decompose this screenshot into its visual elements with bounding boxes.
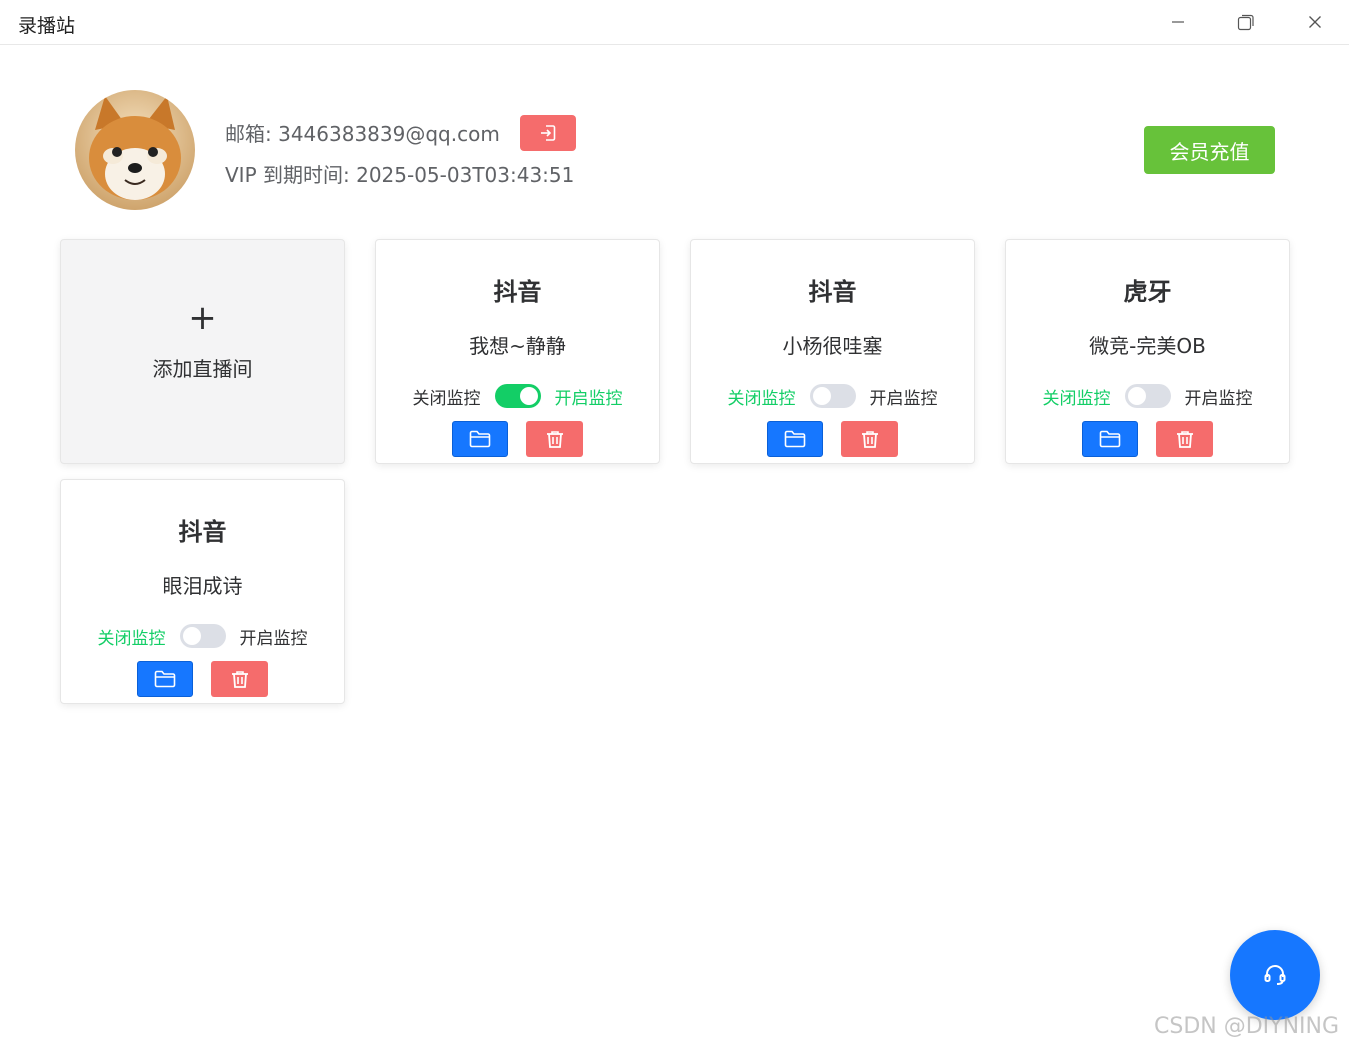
monitor-off-label[interactable]: 关闭监控 [1043, 384, 1111, 409]
streamer-name: 微竞-完美OB [1089, 334, 1206, 358]
platform-name: 抖音 [178, 518, 227, 546]
trash-icon [1176, 431, 1193, 448]
monitor-toggle[interactable] [494, 384, 541, 408]
monitor-on-label[interactable]: 开启监控 [555, 384, 623, 409]
platform-name: 抖音 [808, 278, 857, 306]
delete-button[interactable] [211, 661, 268, 697]
monitor-switch-row: 关闭监控 开启监控 [376, 382, 659, 410]
open-folder-button[interactable] [1082, 421, 1138, 457]
avatar [75, 90, 195, 210]
monitor-toggle[interactable] [179, 624, 226, 648]
plus-icon: + [188, 298, 217, 338]
app-title: 录播站 [18, 15, 76, 37]
folder-icon [469, 430, 491, 448]
monitor-switch-row: 关闭监控 开启监控 [691, 382, 974, 410]
room-card: 抖音 小杨很哇塞 关闭监控 开启监控 [690, 239, 975, 464]
streamer-name: 我想~静静 [469, 334, 566, 358]
support-button[interactable] [1230, 930, 1320, 1020]
card-actions [61, 661, 344, 697]
platform-name: 抖音 [493, 278, 542, 306]
restore-button[interactable] [1229, 8, 1263, 36]
monitor-off-label[interactable]: 关闭监控 [728, 384, 796, 409]
logout-button[interactable] [520, 115, 576, 151]
room-card: 抖音 眼泪成诗 关闭监控 开启监控 [60, 479, 345, 704]
delete-button[interactable] [526, 421, 583, 457]
open-folder-button[interactable] [452, 421, 508, 457]
folder-icon [784, 430, 806, 448]
close-button[interactable] [1298, 8, 1332, 36]
toggle-knob [1127, 387, 1146, 405]
add-room-label: 添加直播间 [152, 357, 253, 381]
delete-button[interactable] [841, 421, 898, 457]
monitor-on-label[interactable]: 开启监控 [870, 384, 938, 409]
trash-icon [546, 431, 563, 448]
restore-icon [1237, 14, 1254, 31]
monitor-on-label[interactable]: 开启监控 [1185, 384, 1253, 409]
monitor-switch-row: 关闭监控 开启监控 [1006, 382, 1289, 410]
headset-icon [1264, 965, 1286, 985]
title-bar: 录播站 [0, 0, 1349, 45]
add-room-card[interactable]: + 添加直播间 [60, 239, 345, 464]
toggle-knob [812, 387, 831, 405]
recharge-button[interactable]: 会员充值 [1144, 126, 1275, 174]
folder-icon [154, 670, 176, 688]
monitor-on-label[interactable]: 开启监控 [240, 624, 308, 649]
open-folder-button[interactable] [137, 661, 193, 697]
close-icon [1309, 16, 1321, 28]
streamer-name: 小杨很哇塞 [782, 334, 883, 358]
folder-icon [1099, 430, 1121, 448]
email-text: 邮箱: 3446383839@qq.com [225, 122, 500, 146]
monitor-toggle[interactable] [1124, 384, 1171, 408]
platform-name: 虎牙 [1123, 278, 1172, 306]
trash-icon [861, 431, 878, 448]
card-actions [691, 421, 974, 457]
vip-expiry-text: VIP 到期时间: 2025-05-03T03:43:51 [225, 163, 575, 187]
delete-button[interactable] [1156, 421, 1213, 457]
toggle-knob [519, 387, 538, 405]
room-card: 虎牙 微竞-完美OB 关闭监控 开启监控 [1005, 239, 1290, 464]
minimize-button[interactable] [1161, 8, 1195, 36]
logout-icon [541, 125, 556, 141]
streamer-name: 眼泪成诗 [162, 574, 243, 598]
open-folder-button[interactable] [767, 421, 823, 457]
monitor-toggle[interactable] [809, 384, 856, 408]
card-actions [1006, 421, 1289, 457]
minimize-icon [1172, 21, 1184, 23]
toggle-knob [182, 627, 201, 645]
trash-icon [231, 671, 248, 688]
watermark: CSDN @DIYNING [1154, 1014, 1340, 1039]
monitor-off-label[interactable]: 关闭监控 [98, 624, 166, 649]
monitor-off-label[interactable]: 关闭监控 [413, 384, 481, 409]
card-actions [376, 421, 659, 457]
monitor-switch-row: 关闭监控 开启监控 [61, 622, 344, 650]
room-card: 抖音 我想~静静 关闭监控 开启监控 [375, 239, 660, 464]
